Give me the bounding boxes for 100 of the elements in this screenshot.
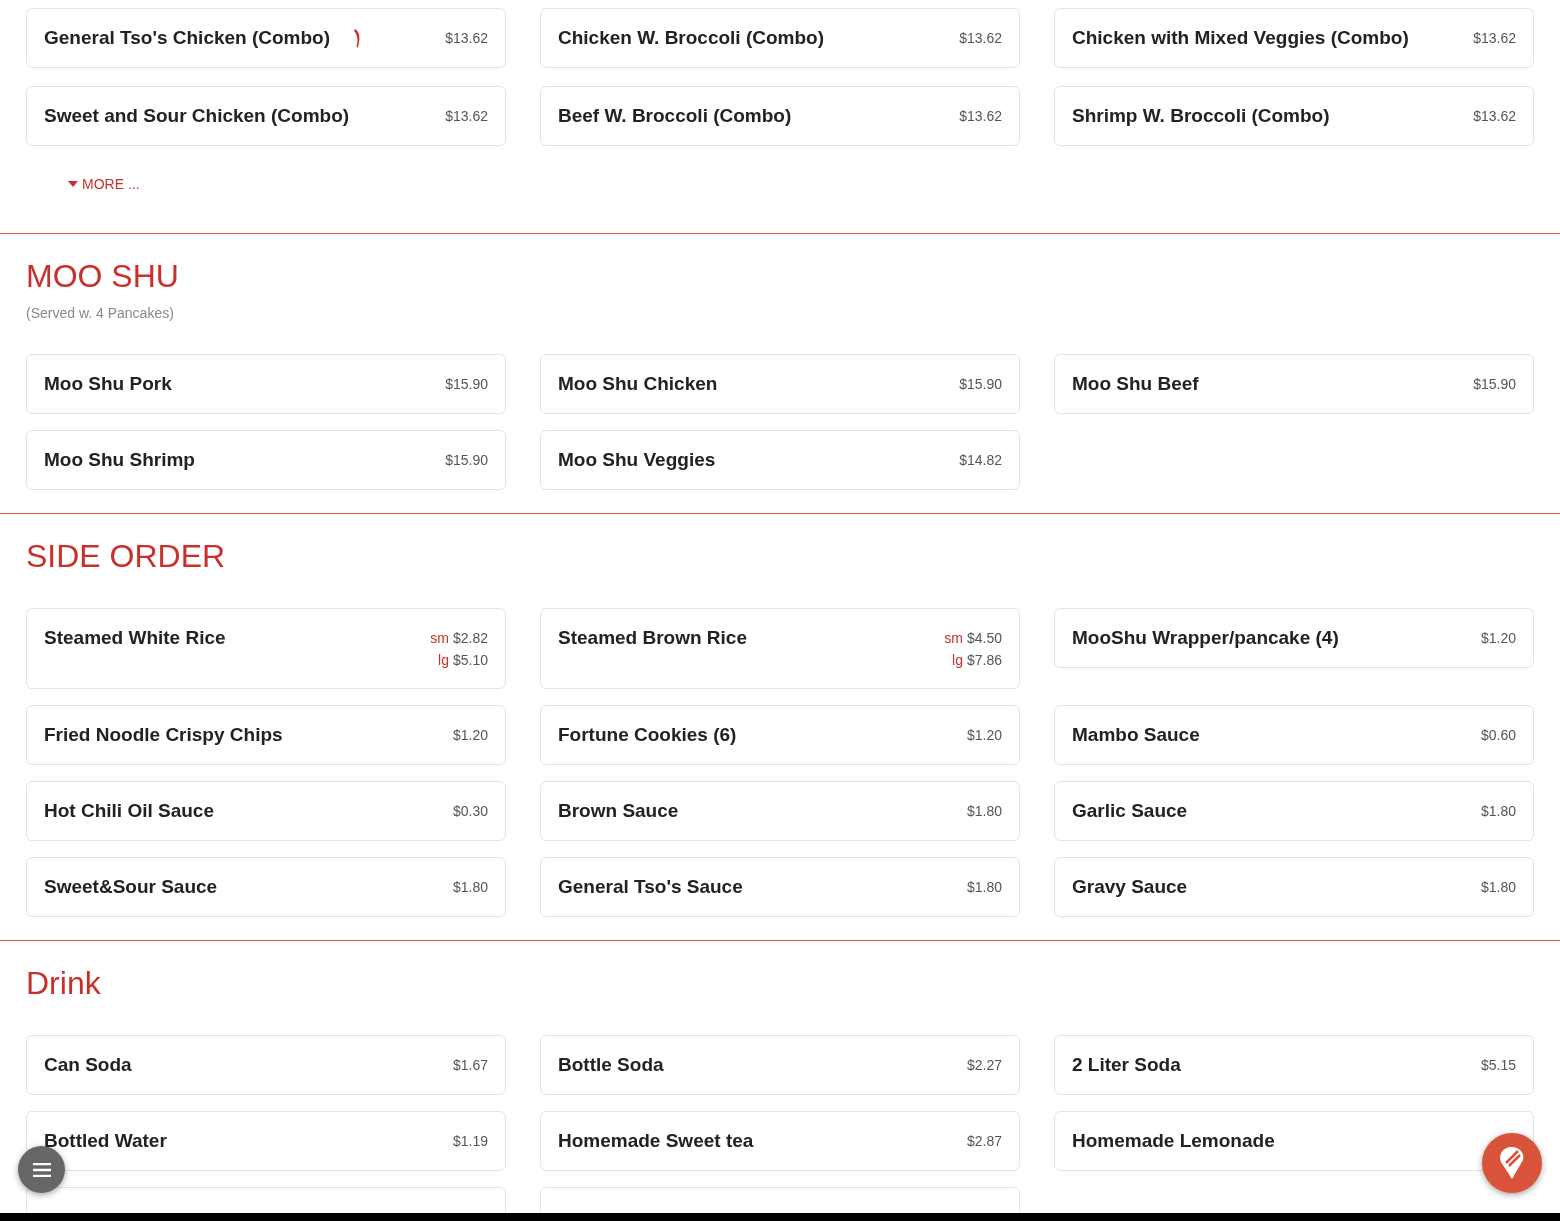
item-name: Sweet and Sour Chicken (Combo): [44, 104, 350, 128]
item-name: MooShu Wrapper/pancake (4): [1072, 626, 1339, 650]
item-price: $5.10: [452, 651, 488, 670]
item-price: $15.90: [445, 451, 488, 470]
item-name: Mambo Sauce: [1072, 723, 1200, 747]
item-price: $2.82: [452, 629, 488, 648]
menu-item-card[interactable]: MooShu Wrapper/pancake (4) $1.20: [1054, 608, 1534, 668]
item-name: Shrimp W. Broccoli (Combo): [1072, 104, 1330, 128]
item-price: $2.87: [966, 1132, 1002, 1151]
item-price: $15.90: [959, 375, 1002, 394]
item-price: $13.62: [959, 107, 1002, 126]
item-price: $4.50: [966, 629, 1002, 648]
item-price: $13.62: [1473, 107, 1516, 126]
item-name: 2 Liter Soda: [1072, 1053, 1181, 1077]
menu-item-card[interactable]: Moo Shu Chicken $15.90: [540, 354, 1020, 414]
item-price: $1.80: [1480, 878, 1516, 897]
item-price: $1.80: [1480, 802, 1516, 821]
menu-item-card[interactable]: Beef W. Broccoli (Combo) $13.62: [540, 86, 1020, 146]
section-heading: Drink: [26, 964, 102, 1003]
item-name: Sweet&Sour Sauce: [44, 875, 218, 899]
menu-item-card[interactable]: Hot Chili Oil Sauce $0.30: [26, 781, 506, 841]
item-name: Homemade Lemonade: [1072, 1129, 1275, 1153]
menu-item-card[interactable]: General Tso's Chicken (Combo) $13.62: [26, 8, 506, 68]
menu-item-card[interactable]: Bottle Soda $2.27: [540, 1035, 1020, 1095]
item-name: Moo Shu Veggies: [558, 448, 716, 472]
item-price: $13.62: [445, 107, 488, 126]
menu-item-card[interactable]: Homemade Sweet tea $2.87: [540, 1111, 1020, 1171]
menu-item-card[interactable]: Fried Noodle Crispy Chips $1.20: [26, 705, 506, 765]
caret-down-icon: [68, 181, 78, 187]
menu-item-card[interactable]: Shrimp W. Broccoli (Combo) $13.62: [1054, 86, 1534, 146]
item-name: Moo Shu Shrimp: [44, 448, 195, 472]
order-button[interactable]: [1482, 1133, 1542, 1193]
item-name: Gravy Sauce: [1072, 875, 1188, 899]
menu-item-card[interactable]: 2 Liter Soda $5.15: [1054, 1035, 1534, 1095]
menu-item-card[interactable]: Moo Shu Veggies $14.82: [540, 430, 1020, 490]
menu-item-card[interactable]: Moo Shu Shrimp $15.90: [26, 430, 506, 490]
section-heading: MOO SHU: [26, 257, 180, 296]
more-link[interactable]: MORE ...: [68, 176, 140, 192]
menu-item-card[interactable]: Chicken W. Broccoli (Combo) $13.62: [540, 8, 1020, 68]
menu-item-card[interactable]: General Tso's Sauce $1.80: [540, 857, 1020, 917]
menu-item-card[interactable]: Can Soda $1.67: [26, 1035, 506, 1095]
item-price: $15.90: [445, 375, 488, 394]
item-price: $7.86: [966, 651, 1002, 670]
item-name: Moo Shu Chicken: [558, 372, 718, 396]
item-price: $15.90: [1473, 375, 1516, 394]
item-name: Garlic Sauce: [1072, 799, 1188, 823]
item-price: $1.80: [966, 878, 1002, 897]
menu-item-card[interactable]: Moo Shu Pork $15.90: [26, 354, 506, 414]
menu-item-card[interactable]: Homemade Lemonade: [1054, 1111, 1534, 1171]
size-label: lg: [438, 651, 449, 670]
menu-item-card[interactable]: Bottled Water $1.19: [26, 1111, 506, 1171]
menu-item-card[interactable]: Gravy Sauce $1.80: [1054, 857, 1534, 917]
item-name: Bottle Soda: [558, 1053, 664, 1077]
item-name: Hot Chili Oil Sauce: [44, 799, 214, 823]
menu-item-card[interactable]: Brown Sauce $1.80: [540, 781, 1020, 841]
item-name: Fortune Cookies (6): [558, 723, 737, 747]
menu-item-card[interactable]: Moo Shu Beef $15.90: [1054, 354, 1534, 414]
menu-item-card[interactable]: Sweet and Sour Chicken (Combo) $13.62: [26, 86, 506, 146]
item-price: $0.60: [1480, 726, 1516, 745]
item-price: $1.20: [452, 726, 488, 745]
item-price: $13.62: [1473, 29, 1516, 48]
item-name: General Tso's Chicken (Combo): [44, 26, 331, 50]
item-name: Chicken W. Broccoli (Combo): [558, 26, 825, 50]
item-price: $13.62: [959, 29, 1002, 48]
item-price: $5.15: [1480, 1056, 1516, 1075]
item-price: $0.30: [452, 802, 488, 821]
item-name: Bottled Water: [44, 1129, 167, 1153]
item-name: Fried Noodle Crispy Chips: [44, 723, 283, 747]
item-name: Can Soda: [44, 1053, 132, 1077]
item-price: $14.82: [959, 451, 1002, 470]
item-price: $1.80: [966, 802, 1002, 821]
item-name: Moo Shu Pork: [44, 372, 172, 396]
size-label: sm: [430, 629, 449, 648]
menu-item-card[interactable]: Chicken with Mixed Veggies (Combo) $13.62: [1054, 8, 1534, 68]
item-name: Steamed White Rice: [44, 626, 226, 650]
item-price: $1.20: [966, 726, 1002, 745]
menu-item-card[interactable]: Mambo Sauce $0.60: [1054, 705, 1534, 765]
menu-item-card[interactable]: Steamed Brown Rice sm $4.50 lg $7.86: [540, 608, 1020, 689]
item-name: Chicken with Mixed Veggies (Combo): [1072, 26, 1409, 50]
menu-icon: [32, 1162, 51, 1177]
item-price: $1.67: [452, 1056, 488, 1075]
item-name: Brown Sauce: [558, 799, 679, 823]
menu-item-card[interactable]: Sweet&Sour Sauce $1.80: [26, 857, 506, 917]
item-name: Homemade Sweet tea: [558, 1129, 754, 1153]
menu-item-card[interactable]: Garlic Sauce $1.80: [1054, 781, 1534, 841]
item-name: Steamed Brown Rice: [558, 626, 747, 650]
item-price: $13.62: [445, 29, 488, 48]
item-price: $2.27: [966, 1056, 1002, 1075]
section-heading: SIDE ORDER: [26, 537, 227, 576]
menu-item-card[interactable]: Fortune Cookies (6) $1.20: [540, 705, 1020, 765]
item-price: $1.80: [452, 878, 488, 897]
item-price: $1.19: [452, 1132, 488, 1151]
item-price: $1.20: [1480, 629, 1516, 648]
item-name: General Tso's Sauce: [558, 875, 743, 899]
item-name: Beef W. Broccoli (Combo): [558, 104, 792, 128]
section-note: (Served w. 4 Pancakes): [26, 304, 175, 322]
size-label: sm: [944, 629, 963, 648]
menu-item-card[interactable]: Steamed White Rice sm $2.82 lg $5.10: [26, 608, 506, 689]
size-label: lg: [952, 651, 963, 670]
item-name: Moo Shu Beef: [1072, 372, 1199, 396]
